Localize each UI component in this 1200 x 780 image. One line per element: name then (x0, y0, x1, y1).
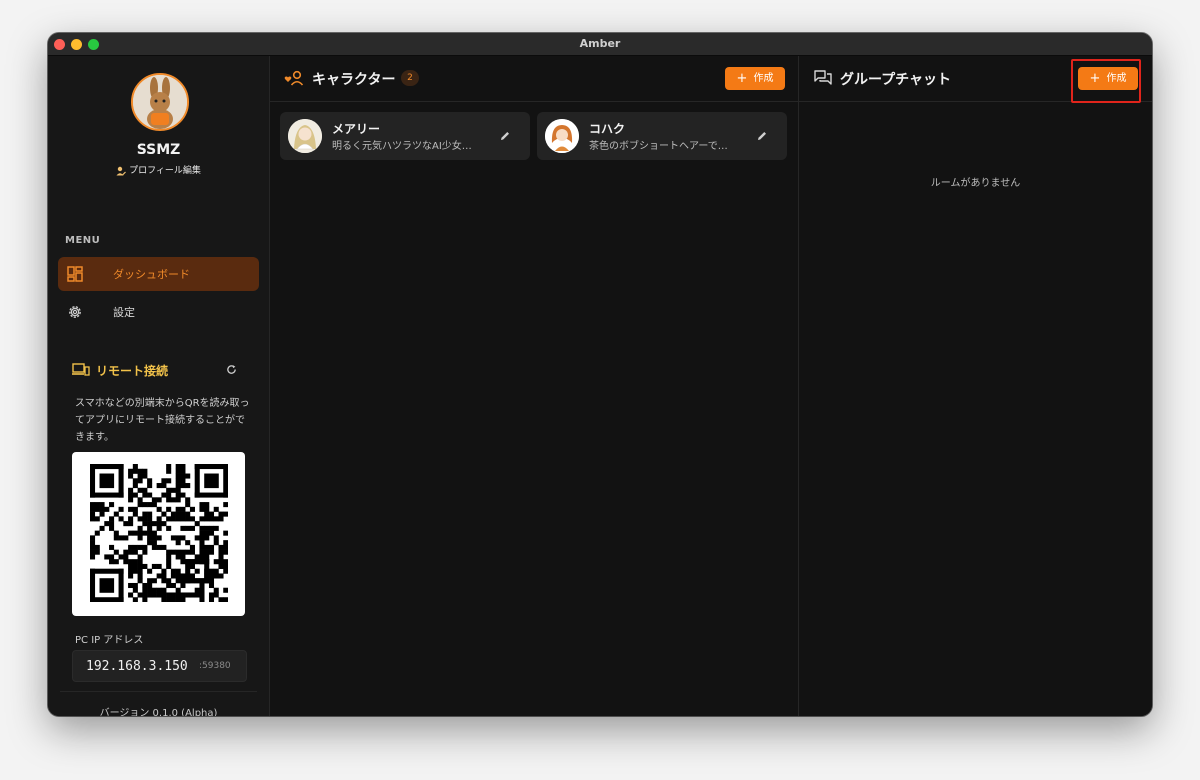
remote-description: スマホなどの別端末からQRを読み取ってアプリにリモート接続することができます。 (75, 398, 250, 443)
profile-edit-label: プロフィール編集 (129, 166, 201, 176)
qr-code (72, 452, 245, 616)
sidebar-item-settings[interactable]: 設定 (58, 295, 259, 329)
port-value: :59380 (199, 661, 231, 671)
create-label: 作成 (753, 73, 774, 84)
pencil-icon[interactable] (499, 130, 511, 142)
character-description: 茶色のボブショートヘアーで… (589, 141, 728, 152)
character-name: コハク (589, 122, 626, 136)
character-card[interactable]: メアリー 明るく元気ハツラツなAI少女… (280, 112, 530, 160)
character-card[interactable]: コハク 茶色のボブショートヘアーで… (537, 112, 787, 160)
profile-edit-link[interactable]: プロフィール編集 (48, 163, 269, 176)
group-chat-header: グループチャット + 作成 (799, 56, 1152, 103)
highlight-box (1071, 59, 1141, 103)
group-chat-title: グループチャット (840, 72, 952, 88)
chat-icon (814, 70, 832, 85)
empty-rooms-message: ルームがありません (930, 178, 1021, 189)
menu-heading: MENU (65, 235, 101, 246)
app-window: Amber SSMZ プロフィール編集 MENU ダッシュボード 設定 リモート… (48, 33, 1152, 716)
create-character-button[interactable]: + 作成 (725, 67, 785, 90)
plus-icon: + (736, 71, 748, 86)
pencil-icon[interactable] (756, 130, 768, 142)
ip-address-field[interactable]: 192.168.3.150 :59380 (72, 650, 247, 682)
username: SSMZ (136, 142, 181, 158)
ip-address-value: 192.168.3.150 (86, 659, 188, 674)
characters-title: キャラクター (312, 72, 396, 88)
group-chat-panel: グループチャット + 作成 ルームがありません (799, 56, 1152, 716)
character-avatar (288, 119, 322, 153)
sidebar-item-label: 設定 (113, 306, 135, 319)
title-bar: Amber (48, 33, 1152, 56)
characters-header: キャラクター 2 + 作成 (270, 56, 798, 102)
character-description: 明るく元気ハツラツなAI少女… (332, 141, 472, 152)
user-edit-icon (116, 166, 127, 175)
sidebar-item-label: ダッシュボード (113, 268, 190, 281)
characters-panel: キャラクター 2 + 作成 メアリー 明るく元気ハツラツなAI少女… コハク 茶… (270, 56, 799, 716)
dashboard-icon (67, 266, 83, 282)
window-title: Amber (579, 37, 621, 50)
sidebar: SSMZ プロフィール編集 MENU ダッシュボード 設定 リモート接続 スマホ… (48, 56, 270, 716)
remote-connection-title: リモート接続 (96, 364, 169, 378)
count-badge: 2 (401, 70, 419, 86)
character-avatar (545, 119, 579, 153)
devices-icon (72, 363, 90, 376)
avatar[interactable] (131, 73, 189, 131)
characters-icon (284, 70, 304, 86)
gear-icon (69, 306, 81, 318)
sidebar-item-dashboard[interactable]: ダッシュボード (58, 257, 259, 291)
version-text: バージョン 0.1.0 (Alpha) (99, 708, 218, 716)
character-name: メアリー (332, 122, 381, 136)
refresh-icon[interactable] (226, 364, 237, 375)
divider (60, 691, 257, 692)
ip-address-label: PC IP アドレス (75, 635, 144, 646)
